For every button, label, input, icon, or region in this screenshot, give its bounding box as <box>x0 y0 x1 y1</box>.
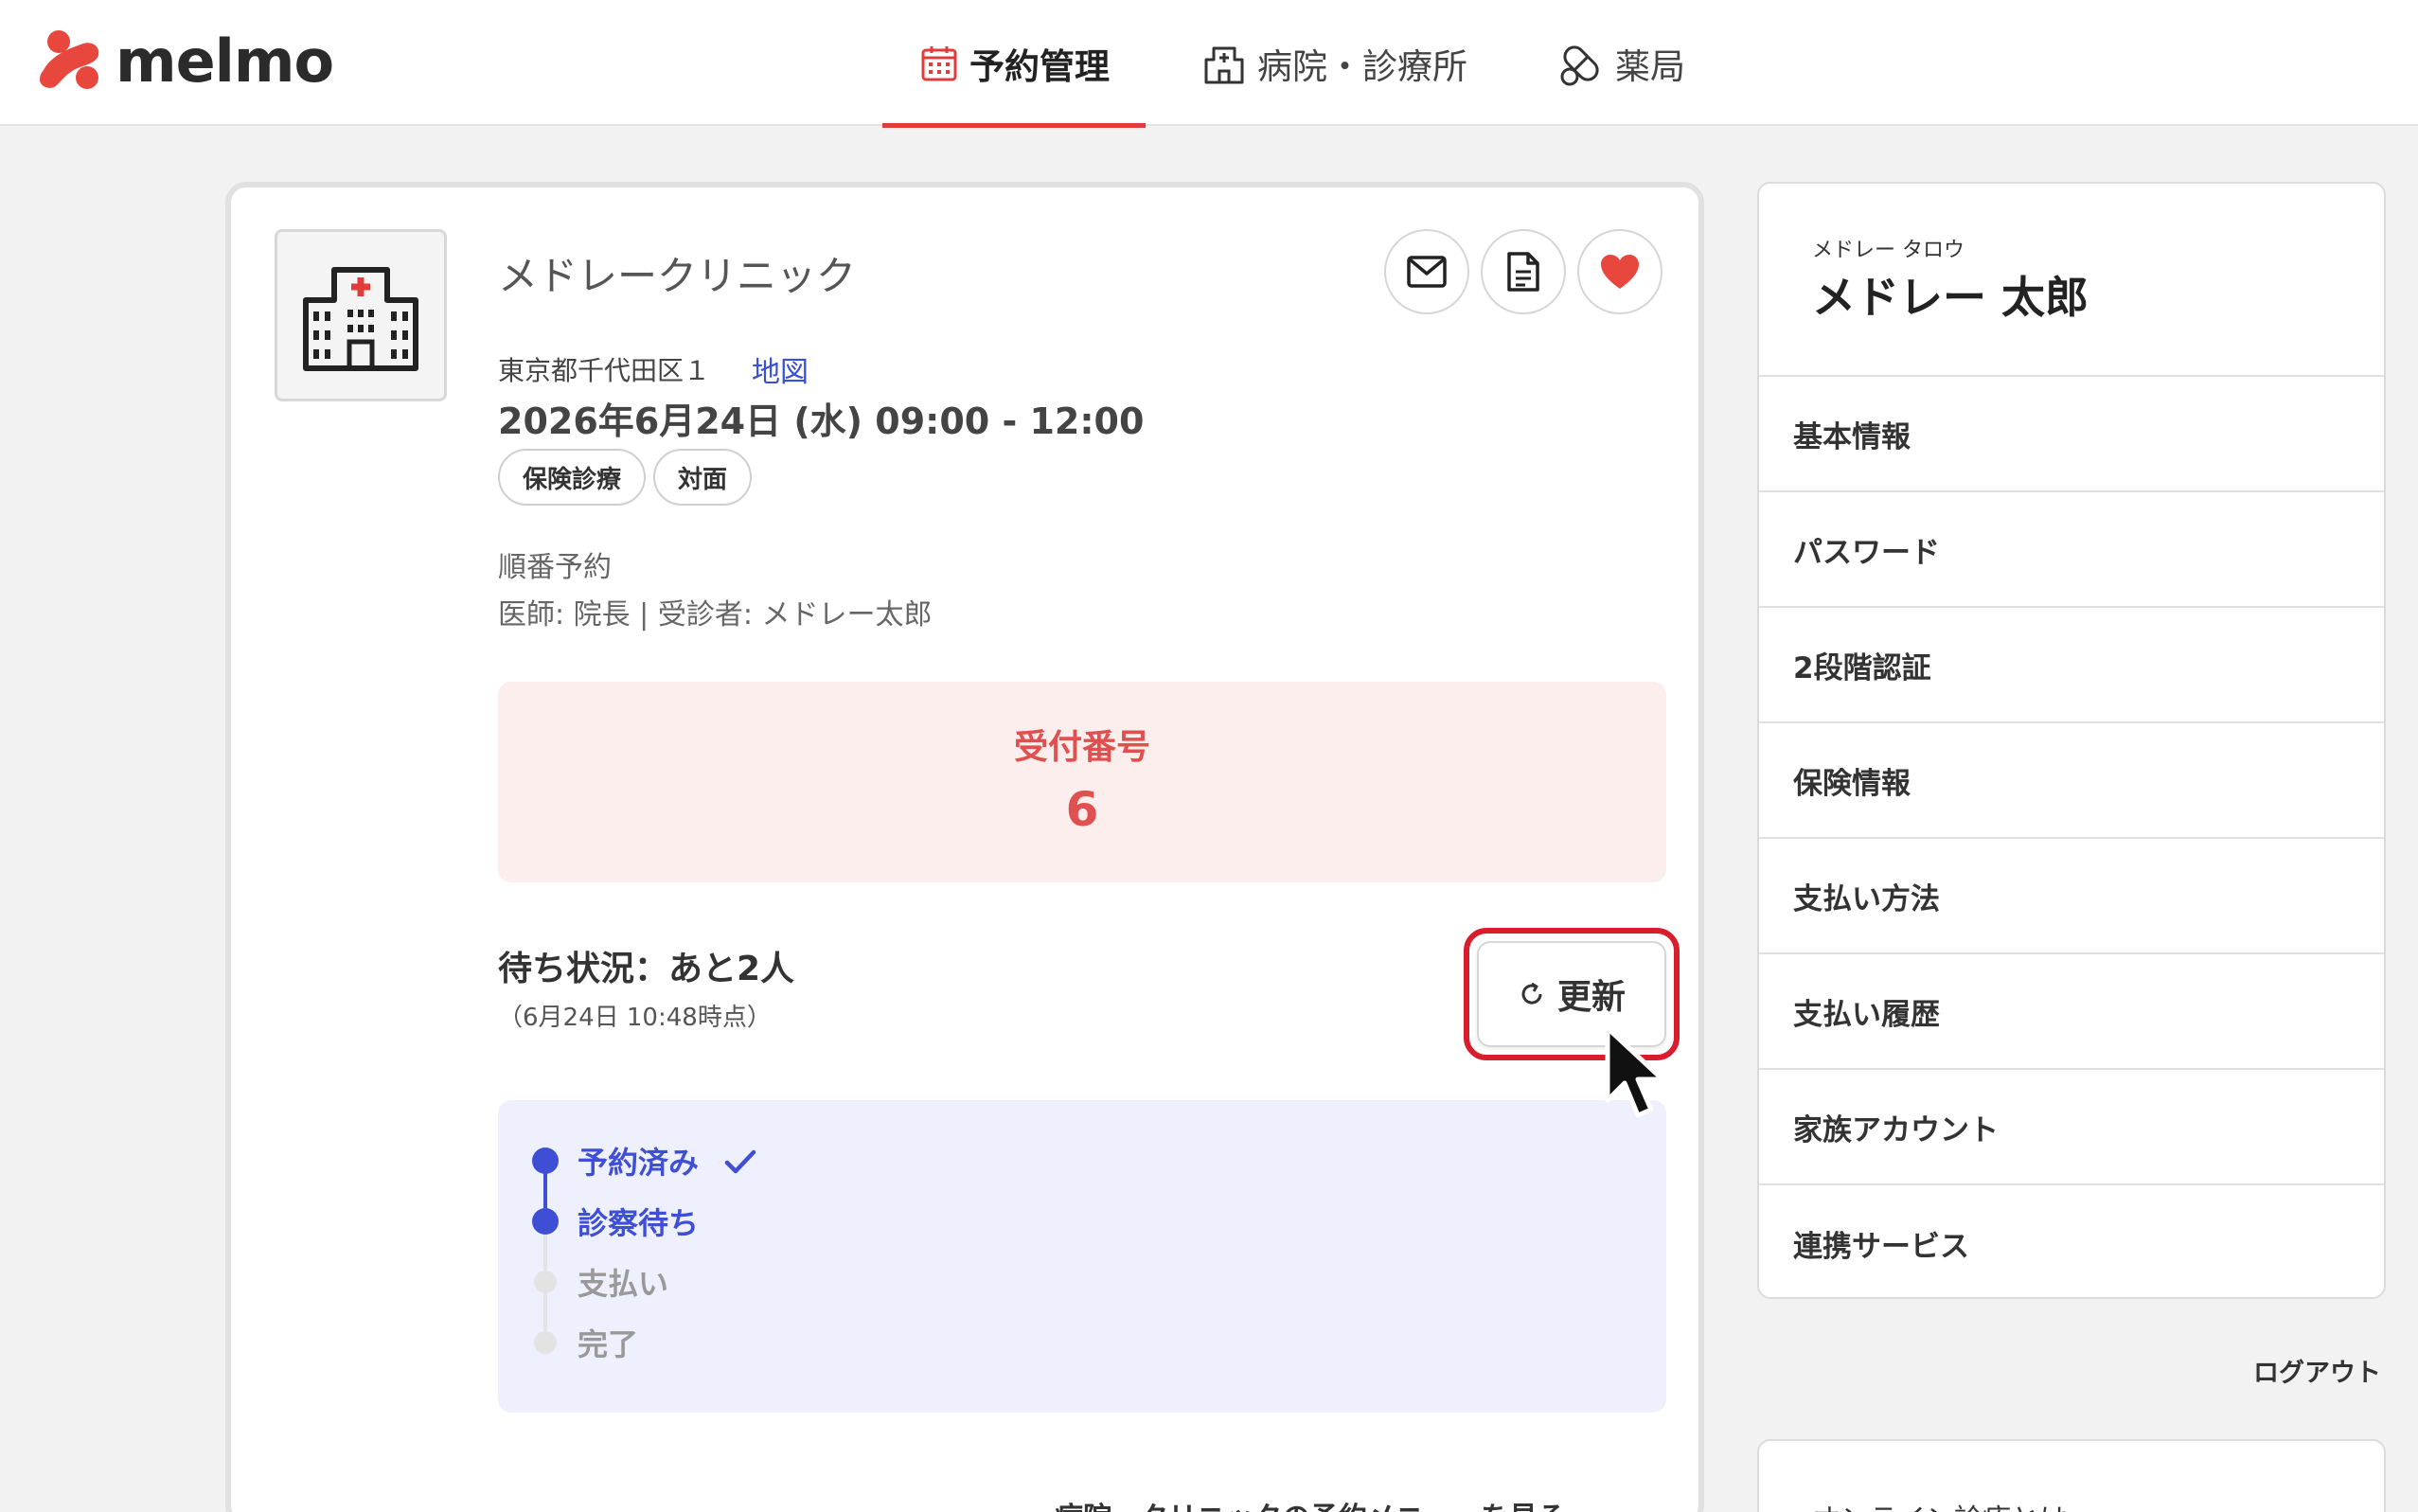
progress-tracker: 予約済み 診察待ち 支払い 完了 <box>498 1100 1666 1413</box>
reception-number: 6 <box>1065 782 1099 837</box>
user-name-kana: メドレー タロウ <box>1812 239 1965 262</box>
step-label: 支払い <box>578 1266 669 1302</box>
sidebar-item-linked-services[interactable]: 連携サービス <box>1759 1185 2384 1301</box>
heart-icon <box>1601 255 1639 289</box>
message-button[interactable] <box>1384 229 1469 314</box>
tag-insurance: 保険診療 <box>498 449 647 506</box>
pill-icon <box>1560 44 1599 85</box>
doctor-patient-info: 医師: 院長 | 受診者: メドレー太郎 <box>498 598 933 631</box>
sidebar-item-basic-info[interactable]: 基本情報 <box>1759 377 2384 492</box>
nav-tab-reservations[interactable]: 予約管理 <box>882 0 1146 128</box>
refresh-icon <box>1521 982 1542 1005</box>
nav-tab-label: 薬局 <box>1615 45 1685 87</box>
clinic-menu-link[interactable]: 病院・クリニックの予約メニューを見る › <box>1055 1494 1601 1512</box>
sidebar-item-two-factor[interactable]: 2段階認証 <box>1759 608 2384 723</box>
hospital-icon <box>1204 46 1244 83</box>
clinic-thumbnail <box>275 229 447 401</box>
nav-tab-label: 病院・診療所 <box>1257 45 1467 87</box>
hospital-building-icon <box>303 267 418 371</box>
reservation-card: メドレークリニック 東京都千代田区１ 地図 2026年6月24日 (水) 09:… <box>225 182 1704 1512</box>
brand-name: melmo <box>116 26 334 96</box>
step-dot <box>532 1208 559 1235</box>
melmo-logo-icon <box>40 30 99 89</box>
reservation-datetime: 2026年6月24日 (水) 09:00 - 12:00 <box>498 400 1145 442</box>
wait-status: 待ち状況：あと2人 <box>498 950 795 988</box>
step-label: 予約済み <box>578 1139 756 1183</box>
top-header: melmo 予約管理 病院・診療所 薬局 <box>0 0 2418 128</box>
nav-tab-hospitals[interactable]: 病院・診療所 <box>1202 0 1467 126</box>
sidebar-item-payment-history[interactable]: 支払い履歴 <box>1759 954 2384 1070</box>
online-consultation-title: オンライン診療とは <box>1812 1496 2068 1512</box>
tag-in-person: 対面 <box>653 449 753 506</box>
account-sidebar: メドレー タロウ メドレー 太郎 基本情報 パスワード 2段階認証 保険情報 支… <box>1757 182 2386 1299</box>
user-profile: メドレー タロウ メドレー 太郎 <box>1759 184 2384 377</box>
step-dot <box>534 1271 557 1293</box>
sidebar-item-payment-method[interactable]: 支払い方法 <box>1759 839 2384 954</box>
mouse-cursor-icon <box>1605 1025 1665 1118</box>
sidebar-item-password[interactable]: パスワード <box>1759 492 2384 608</box>
user-name: メドレー 太郎 <box>1812 272 2089 323</box>
logout-link[interactable]: ログアウト <box>2253 1352 2381 1389</box>
check-icon <box>724 1149 756 1174</box>
step-dot <box>534 1331 557 1354</box>
sidebar-item-insurance[interactable]: 保険情報 <box>1759 723 2384 839</box>
step-label: 診察待ち <box>578 1205 700 1241</box>
map-link[interactable]: 地図 <box>752 348 809 390</box>
nav-tab-label: 予約管理 <box>969 45 1110 87</box>
main-nav: 予約管理 病院・診療所 薬局 <box>880 0 1685 128</box>
clinic-address: 東京都千代田区１ <box>498 355 711 386</box>
mail-icon <box>1407 256 1447 288</box>
nav-tab-pharmacies[interactable]: 薬局 <box>1558 0 1685 126</box>
document-button[interactable] <box>1481 229 1566 314</box>
wait-status-timestamp: （6月24日 10:48時点） <box>498 1004 772 1032</box>
online-consultation-card[interactable]: オンライン診療とは <box>1757 1439 2386 1512</box>
reception-number-panel: 受付番号 6 <box>498 682 1666 882</box>
refresh-label: 更新 <box>1556 978 1626 1017</box>
clinic-name: メドレークリニック <box>498 253 857 299</box>
chevron-right-icon: › <box>1589 1502 1600 1512</box>
reservation-tags: 保険診療 対面 <box>498 449 759 506</box>
reception-number-label: 受付番号 <box>1013 728 1150 767</box>
calendar-icon <box>921 45 957 80</box>
clinic-address-row: 東京都千代田区１ 地図 <box>498 348 809 390</box>
sidebar-item-family-account[interactable]: 家族アカウント <box>1759 1070 2384 1185</box>
melmo-logo[interactable]: melmo <box>34 26 334 96</box>
reservation-type: 順番予約 <box>498 551 612 584</box>
document-icon <box>1507 252 1539 292</box>
favorite-button[interactable] <box>1577 229 1662 314</box>
step-dot <box>532 1147 559 1174</box>
step-label: 完了 <box>578 1326 639 1362</box>
